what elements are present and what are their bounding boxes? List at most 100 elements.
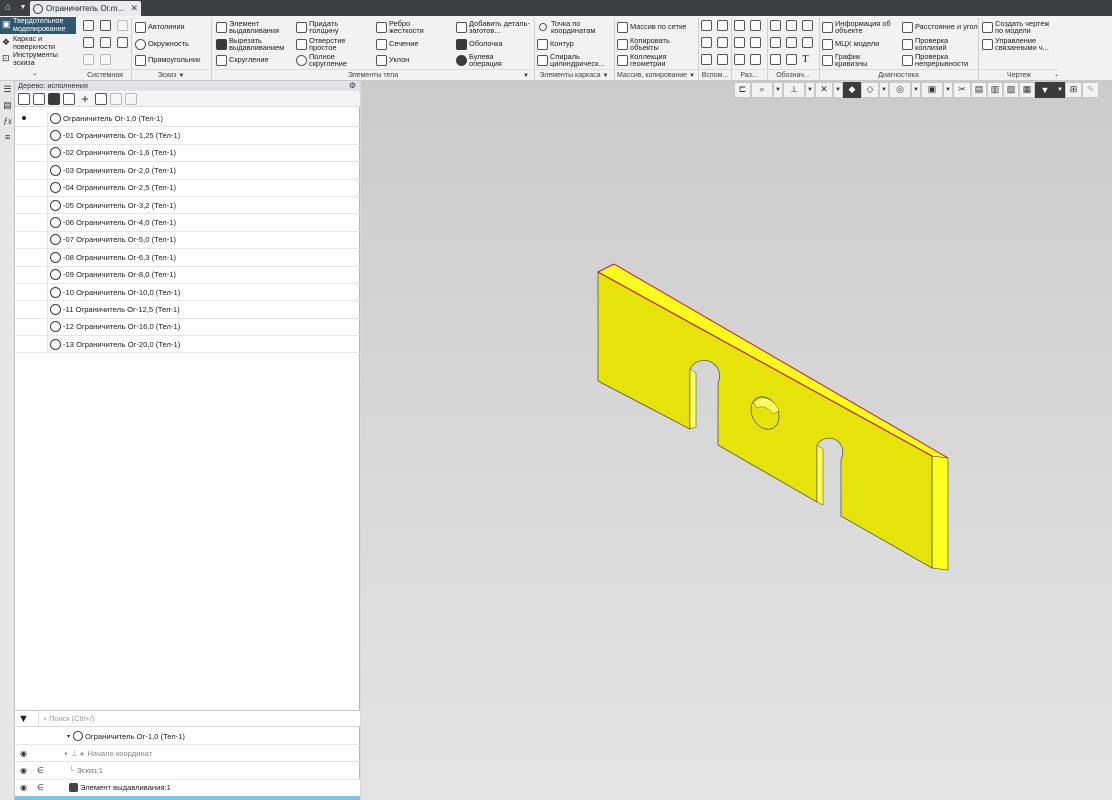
linear-size-icon[interactable] [734,20,745,31]
save-all-icon[interactable] [117,37,128,48]
rib-button[interactable]: Ребро жесткости [376,19,433,34]
variant-save-icon[interactable] [110,93,122,105]
thread-icon[interactable] [802,37,813,48]
angular-size-icon[interactable] [750,20,761,31]
tree-row-origin[interactable]: ◉ ▸ ⊥ ● Начало координат [15,745,360,763]
variant-row[interactable]: -04 Ограничитель Ог-2,5 (Тел-1) [15,179,360,197]
tree-row-extrude[interactable]: ◉ ∈ Элемент выдавливания:1 [15,779,360,797]
continuity-check-button[interactable]: Проверка непрерывности [902,52,977,67]
autoline-button[interactable]: Автолиния [135,20,185,34]
search-input[interactable]: ⌕ Поиск (Ctrl+/) [38,711,348,726]
filter-icon[interactable]: ▼ [18,712,32,726]
variant-row[interactable]: -07 Ограничитель Ог-5,0 (Тел-1) [15,231,360,250]
leader-icon[interactable] [770,37,781,48]
tree-structure-icon[interactable] [18,93,30,105]
close-tab-icon[interactable]: ✕ [130,3,138,14]
axes-dropdown-icon[interactable]: ▼ [833,81,843,98]
variant-row[interactable]: -11 Ограничитель Ог-12,5 (Тел-1) [15,301,360,319]
print-view-icon[interactable]: ⊞ [1065,81,1082,98]
manage-linked-drawings-button[interactable]: Управление связанными ч... [982,36,1059,51]
axes-icon[interactable]: ✕ [815,81,833,98]
add-blank-part-button[interactable]: Добавить деталь-заготов... [456,19,533,34]
grid-array-button[interactable]: Массив по сетке [617,20,686,34]
symbol-icon[interactable] [770,54,781,65]
point-by-coords-button[interactable]: Точка по координатам [537,19,613,34]
tree-build-order-icon[interactable] [33,93,45,105]
variables-fx-icon[interactable]: ƒx [2,116,13,127]
radial-size-icon[interactable] [734,37,745,48]
pencil-icon[interactable]: ✎ [1082,81,1099,98]
open-folder-icon[interactable] [100,20,111,31]
mode-sketch-tools[interactable]: ⊡ Инструменты эскиза [0,51,76,68]
create-drawing-button[interactable]: Создать чертеж по модели [982,19,1057,34]
group-dropdown-icon[interactable]: ▼ [603,73,609,79]
position-icon[interactable] [786,54,797,65]
variant-row[interactable]: -02 Ограничитель Ог-1,6 (Тел-1) [15,144,360,163]
roughness-icon[interactable] [770,20,781,31]
save-icon[interactable] [117,20,128,31]
wireframe-view-icon[interactable]: ◇ [861,81,879,98]
display-mode-icon[interactable]: ▤ [971,81,987,98]
variant-table-icon[interactable] [95,93,107,105]
sketch-view-icon[interactable]: ⊏ [734,81,751,98]
visibility-icon[interactable]: ◎ [889,81,911,98]
visibility-eye-icon[interactable]: ◉ [15,783,32,792]
visibility-dropdown-icon[interactable]: ▼ [911,81,921,98]
home-icon[interactable]: ⌂ [0,0,16,16]
distance-angle-button[interactable]: Расстояние и угол [902,20,979,34]
contour-button[interactable]: Контур [537,37,574,51]
layers-icon[interactable]: ≡ [2,132,13,143]
thicken-button[interactable]: Придать толщину [296,19,353,34]
tree-filter-view-icon[interactable] [63,93,75,105]
measure-icon[interactable]: ✂ [953,81,971,98]
variant-row[interactable]: -09 Ограничитель Ог-8,0 (Тел-1) [15,266,360,284]
fillet-button[interactable]: Скругление [216,53,269,67]
modes-expand-icon[interactable]: ⌄ [32,69,38,77]
orientation-icon[interactable]: ⟂ [783,81,805,98]
expand-arrow-icon[interactable]: ▸ [65,750,68,757]
section-button[interactable]: Сечение [376,37,418,51]
variant-row[interactable]: -12 Ограничитель Ог-16,0 (Тел-1) [15,318,360,337]
boolean-button[interactable]: Булева операция [456,52,509,67]
orientation-dropdown-icon[interactable]: ▼ [805,81,815,98]
group-dropdown-icon[interactable]: ▼ [689,73,695,79]
aux-axis-icon[interactable] [717,20,728,31]
gear-icon[interactable]: ⚙ [349,81,356,91]
collision-check-button[interactable]: Проверка коллизий [902,36,955,51]
tree-panel-icon[interactable]: ☰ [2,84,13,95]
undo-icon[interactable] [83,54,94,65]
variant-row[interactable]: -05 Ограничитель Ог-3,2 (Тел-1) [15,196,360,215]
variant-row[interactable]: -01 Ограничитель Ог-1,25 (Тел-1) [15,127,360,145]
geometry-collection-button[interactable]: Коллекция геометрии [617,52,674,67]
tree-row-part[interactable]: ▾ Ограничитель Ог-1,0 (Тел-1) [15,728,360,746]
base-icon[interactable] [786,20,797,31]
text-icon[interactable]: T [802,54,813,65]
mode-solid-modeling[interactable]: ▣ Твердотельное моделирование [0,17,76,34]
add-variant-icon[interactable]: + [78,93,92,105]
zoom-icon[interactable]: ⌕ [751,81,773,98]
variant-row[interactable]: Ограничитель Ог-1,0 (Тел-1) [15,110,360,128]
variant-row[interactable]: -13 Ограничитель Ог-20,0 (Тел-1) [15,336,360,354]
cut-extrude-button[interactable]: Вырезать выдавливанием [216,36,289,51]
delete-variant-icon[interactable] [125,93,137,105]
rectangle-button[interactable]: Прямоугольник [135,53,200,67]
copy-objects-button[interactable]: Копировать объекты [617,36,676,51]
cylindrical-spiral-button[interactable]: Спираль цилиндрическ... [537,52,614,67]
zoom-dropdown-icon[interactable]: ▼ [773,81,783,98]
reconstruct-icon[interactable]: ▦ [1019,81,1035,98]
filter-selection-icon[interactable]: ▼ [1035,81,1055,98]
simple-hole-button[interactable]: Отверстие простое [296,36,357,51]
tree-row-sketch[interactable]: ◉ ∈ └ Эскиз:1 [15,762,360,780]
mark-icon[interactable] [786,37,797,48]
shaded-view-icon[interactable]: ◆ [843,81,861,98]
3d-viewport[interactable] [361,81,1112,800]
full-fillet-button[interactable]: Полное скругление [296,52,359,67]
collapse-arrow-icon[interactable]: ▾ [67,733,70,740]
variant-row[interactable]: -10 Ограничитель Ог-10,0 (Тел-1) [15,283,360,302]
variants-icon[interactable] [48,93,60,105]
variant-row[interactable]: -08 Ограничитель Ог-6,3 (Тел-1) [15,249,360,267]
curvature-graph-button[interactable]: График кривизны [822,52,875,67]
filter-dropdown-icon[interactable]: ▼ [1055,81,1065,98]
shell-button[interactable]: Оболочка [456,37,503,51]
section-dropdown-icon[interactable]: ▼ [943,81,953,98]
